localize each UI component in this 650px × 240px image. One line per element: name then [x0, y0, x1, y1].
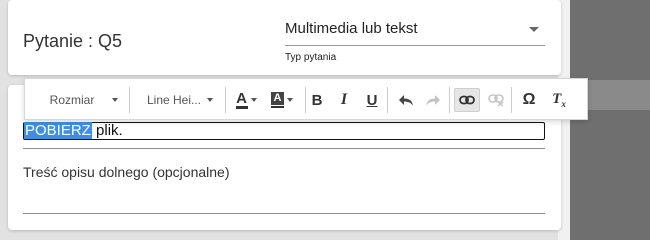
underline-button[interactable]: U: [360, 88, 384, 112]
unlink-icon: [488, 94, 504, 107]
bold-button[interactable]: B: [305, 88, 329, 112]
editor-toolbar: Rozmiar Line Hei... A A B I U Ω Tx: [24, 78, 588, 120]
chevron-down-icon: [207, 98, 214, 102]
undo-button[interactable]: [394, 88, 418, 112]
side-panel: [570, 0, 650, 240]
link-icon: [459, 95, 475, 105]
question-title: Pytanie : Q5: [23, 31, 123, 51]
question-type-label: Typ pytania: [285, 52, 337, 63]
clear-format-icon: Tx: [552, 91, 566, 109]
redo-icon: [426, 95, 440, 106]
chevron-down-icon: [529, 27, 539, 32]
rich-text-editor[interactable]: POBIERZ plik.: [23, 122, 545, 140]
editor-text[interactable]: plik.: [92, 122, 123, 139]
text-color-icon: A: [236, 89, 247, 107]
line-height-dropdown[interactable]: Line Hei...: [139, 89, 221, 111]
italic-button[interactable]: I: [332, 88, 356, 112]
caption-divider: [23, 213, 545, 214]
unlink-button[interactable]: [484, 88, 508, 112]
italic-icon: I: [340, 91, 348, 108]
redo-button[interactable]: [421, 88, 445, 112]
caption-input[interactable]: Treść opisu dolnego (opcjonalne): [23, 164, 230, 180]
toolbar-separator: [387, 87, 388, 113]
underline-icon: U: [366, 91, 378, 109]
toolbar-separator: [225, 87, 226, 113]
question-header-card: Pytanie : Q5 Multimedia lub tekst Typ py…: [8, 0, 561, 75]
font-size-label: Rozmiar: [49, 93, 95, 107]
selected-text[interactable]: POBIERZ: [24, 122, 92, 139]
editor-divider: [23, 148, 545, 149]
background-color-icon: A: [271, 92, 284, 105]
question-type-select[interactable]: Multimedia lub tekst: [285, 10, 545, 46]
chevron-down-icon: [112, 98, 119, 102]
chevron-down-icon: [287, 98, 293, 102]
font-size-dropdown[interactable]: Rozmiar: [43, 89, 125, 111]
background-color-button[interactable]: A: [267, 89, 297, 111]
clear-format-button[interactable]: Tx: [547, 88, 571, 112]
link-button[interactable]: [454, 88, 480, 112]
bold-icon: B: [311, 91, 323, 109]
text-color-button[interactable]: A: [231, 89, 261, 111]
special-char-icon: Ω: [522, 91, 536, 108]
special-char-button[interactable]: Ω: [517, 88, 541, 112]
toolbar-separator: [511, 87, 512, 113]
undo-icon: [399, 95, 413, 106]
question-type-value: Multimedia lub tekst: [285, 20, 418, 37]
line-height-label: Line Hei...: [146, 93, 202, 107]
toolbar-separator: [449, 87, 450, 113]
toolbar-separator: [129, 87, 130, 113]
chevron-down-icon: [250, 98, 257, 102]
